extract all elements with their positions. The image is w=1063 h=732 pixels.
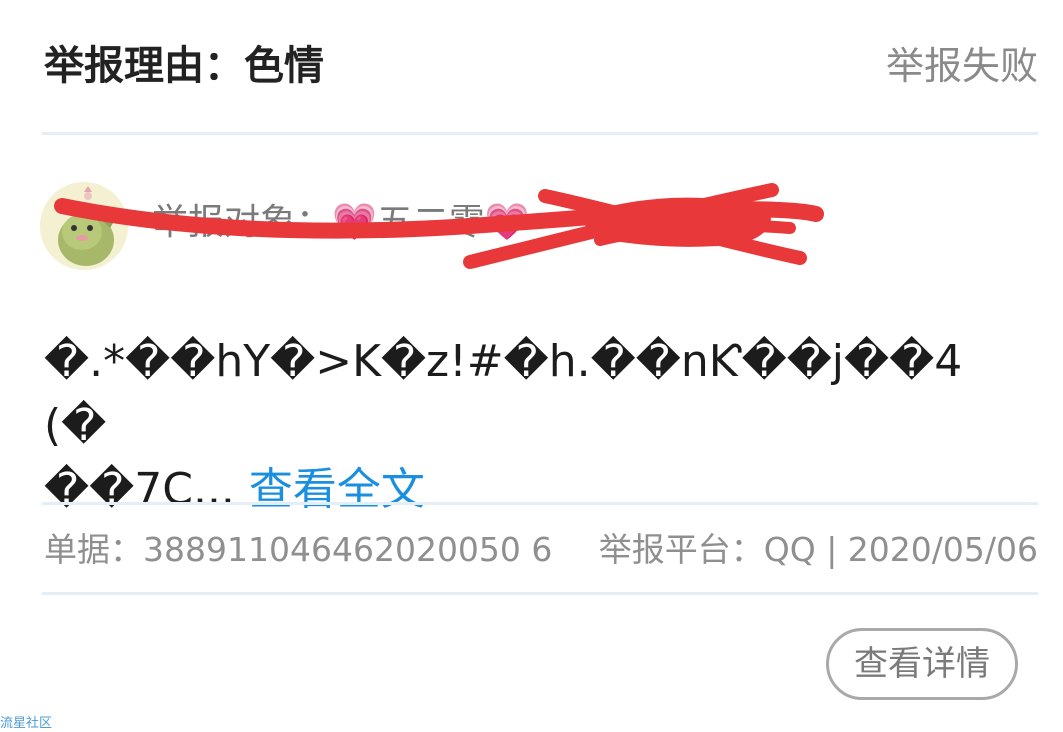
divider-bottom — [42, 592, 1038, 595]
heart-icon: 💗 — [484, 202, 530, 243]
target-name: 五二零 — [376, 202, 485, 243]
dinosaur-avatar-icon[interactable] — [40, 182, 128, 270]
divider-middle — [42, 502, 1038, 505]
ticket-label: 单据： — [44, 530, 143, 569]
ticket-info: 单据：388911046462020050 6 — [44, 525, 552, 575]
report-target-text: 举报对象：💗五二零💗 — [152, 198, 530, 248]
platform-label: 举报平台： — [598, 530, 764, 569]
heart-icon: 💗 — [332, 202, 377, 243]
target-label: 举报对象： — [152, 202, 333, 243]
watermark: 流星社区 — [0, 716, 53, 731]
report-meta: 单据：388911046462020050 6 举报平台：QQ | 2020/0… — [44, 525, 1038, 575]
report-card: 举报理由：色情 举报失败 举报对象：💗五二零💗 �.*��hY�>K�z!#�h… — [0, 0, 1063, 732]
view-details-button[interactable]: 查看详情 — [826, 628, 1018, 700]
platform-value: QQ | 2020/05/06 — [763, 530, 1038, 569]
platform-info: 举报平台：QQ | 2020/05/06 — [599, 525, 1038, 575]
content-text-line2: ��7C... — [44, 464, 235, 515]
ticket-number: 388911046462020050 6 — [143, 530, 553, 569]
report-target[interactable]: 举报对象：💗五二零💗 — [40, 180, 1000, 270]
report-content: �.*��hY�>K�z!#�h.��nƘ��j��4(� ��7C... 查看… — [44, 330, 1014, 522]
view-full-text-link[interactable]: 查看全文 — [249, 464, 425, 515]
divider-top — [42, 132, 1038, 135]
content-text-line1: �.*��hY�>K�z!#�h.��nƘ��j��4(� — [44, 336, 963, 451]
report-reason: 举报理由：色情 — [44, 43, 324, 89]
report-header: 举报理由：色情 举报失败 — [44, 36, 1038, 96]
report-status: 举报失败 — [885, 44, 1038, 88]
